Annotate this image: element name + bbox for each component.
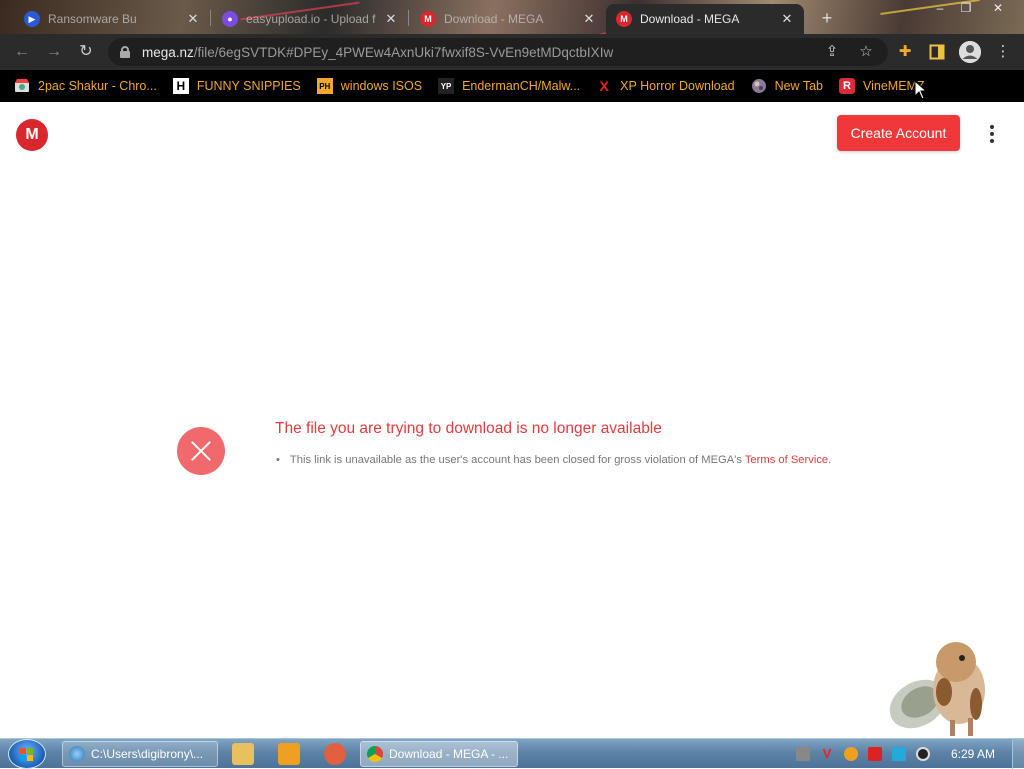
bookmark-new-tab[interactable]: New Tab [751,78,823,94]
mega-page: M Create Account The file you are trying… [0,80,1024,738]
mega-logo[interactable]: M [16,119,48,151]
tab-title: Download - MEGA [640,12,740,26]
r-icon: R [839,78,855,94]
tray-network-icon[interactable] [796,747,810,761]
url-host: mega.nz [142,44,194,60]
tab-title: Ransomware Bu [48,12,137,26]
taskbar-item-label: Download - MEGA - ... [389,747,509,761]
yp-icon: YP [438,78,455,94]
bookmark-endermanch[interactable]: YP EndermanCH/Malw... [438,78,580,94]
tab-separator [408,10,409,26]
tray-search-icon[interactable] [844,747,858,761]
share-icon[interactable]: ⇪ [822,42,842,62]
bookmark-windows-isos[interactable]: PH windows ISOS [316,78,423,94]
profile-avatar-icon[interactable] [959,41,981,63]
error-detail: • This link is unavailable as the user's … [276,454,831,466]
tab-ransomware[interactable]: ▶ Ransomware Bu ✕ [14,4,210,34]
tray-volume-icon[interactable] [916,747,930,761]
x-icon: X [599,78,609,94]
blue-play-icon: ▶ [24,11,40,27]
lock-icon[interactable] [120,46,130,58]
terms-of-service-link[interactable]: Terms of Service [745,454,828,466]
mega-icon: M [420,11,436,27]
back-arrow-icon[interactable]: ← [10,40,34,64]
tray-display-icon[interactable] [892,747,906,761]
chrome-icon [367,746,383,762]
mouse-cursor-icon [914,80,928,100]
app-pinned-icon[interactable] [324,743,346,765]
bookmark-label: windows ISOS [340,79,423,93]
close-icon[interactable]: ✕ [780,11,794,27]
create-account-button[interactable]: Create Account [837,115,960,151]
menu-kebab-icon[interactable]: ⋮ [992,41,1014,63]
mega-icon: M [616,11,632,27]
tab-easyupload[interactable]: ● easyupload.io - Upload f ✕ [212,4,408,34]
bookmark-2pac[interactable]: 2pac Shakur - Chro... [14,78,157,94]
error-title: The file you are trying to download is n… [275,420,662,437]
bookmark-xp-horror[interactable]: X XP Horror Download [596,78,735,94]
start-button[interactable] [8,739,46,769]
desktop-pet-mascot[interactable] [884,632,1004,738]
ie-icon [69,746,85,762]
tray-v-icon[interactable]: V [820,747,834,761]
close-icon[interactable]: ✕ [384,11,398,27]
maximize-icon[interactable]: ❐ [954,0,978,18]
tab-title: easyupload.io - Upload f [246,12,376,26]
bookmark-label: XP Horror Download [620,79,735,93]
more-options-icon[interactable] [984,122,1000,146]
side-panel-icon[interactable] [926,41,948,63]
taskbar-explorer-window[interactable]: C:\Users\digibrony\... [62,741,218,767]
bookmark-funny-snippies[interactable]: H FUNNY SNIPPIES [172,78,301,94]
show-desktop-button[interactable] [1012,739,1024,769]
close-icon[interactable]: ✕ [186,11,200,27]
error-detail-text: This link is unavailable as the user's a… [289,454,742,466]
taskbar-item-label: C:\Users\digibrony\... [91,747,204,761]
tos-suffix: . [828,454,832,466]
tab-title: Download - MEGA [444,12,544,26]
bookmark-label: New Tab [774,79,823,93]
minimize-icon[interactable]: – [928,0,952,18]
windows-taskbar: C:\Users\digibrony\... Download - MEGA -… [0,738,1024,769]
tab-strip: ▶ Ransomware Bu ✕ ● easyupload.io - Uplo… [0,0,1024,34]
tab-separator [210,10,211,26]
close-icon[interactable]: ✕ [582,11,596,27]
reload-icon[interactable]: ↻ [74,40,98,64]
bookmark-star-icon[interactable]: ☆ [856,42,876,62]
ph-icon: PH [316,78,333,94]
taskbar-chrome-window[interactable]: Download - MEGA - ... [360,741,518,767]
tray-flag-icon[interactable] [868,747,882,761]
bookmark-label: EndermanCH/Malw... [462,79,581,93]
browser-toolbar: ← → ↻ mega.nz/file/6egSVTDK#DPEy_4PWEw4A… [0,34,1024,70]
bookmark-label: 2pac Shakur - Chro... [38,79,157,93]
file-explorer-icon[interactable] [232,743,254,765]
system-clock[interactable]: 6:29 AM [951,747,995,761]
tab-mega-1[interactable]: M Download - MEGA ✕ [410,4,606,34]
bookmarks-bar: 2pac Shakur - Chro... H FUNNY SNIPPIES P… [0,70,1024,102]
bookmark-vinememz[interactable]: R VineMEMZ [839,78,925,94]
windows-flag-icon [20,748,33,761]
forward-arrow-icon[interactable]: → [42,40,66,64]
address-bar[interactable]: mega.nz/file/6egSVTDK#DPEy_4PWEw4AxnUki7… [108,38,888,66]
error-x-icon [177,427,225,475]
easyupload-icon: ● [222,11,238,27]
url-text[interactable]: mega.nz/file/6egSVTDK#DPEy_4PWEw4AxnUki7… [142,45,613,60]
extensions-icon[interactable]: ✚ [894,41,916,63]
bookmark-label: FUNNY SNIPPIES [196,79,301,93]
h-icon: H [172,78,189,94]
media-player-icon[interactable] [278,743,300,765]
chrome-store-icon [14,78,30,94]
bullet-icon: • [276,454,280,466]
url-path: /file/6egSVTDK#DPEy_4PWEw4AxnUki7fwxif8S… [193,44,614,60]
new-tab-button[interactable]: + [816,8,838,30]
globe-icon [751,78,767,94]
close-window-icon[interactable]: ✕ [986,0,1010,18]
tab-mega-active[interactable]: M Download - MEGA ✕ [606,4,804,34]
